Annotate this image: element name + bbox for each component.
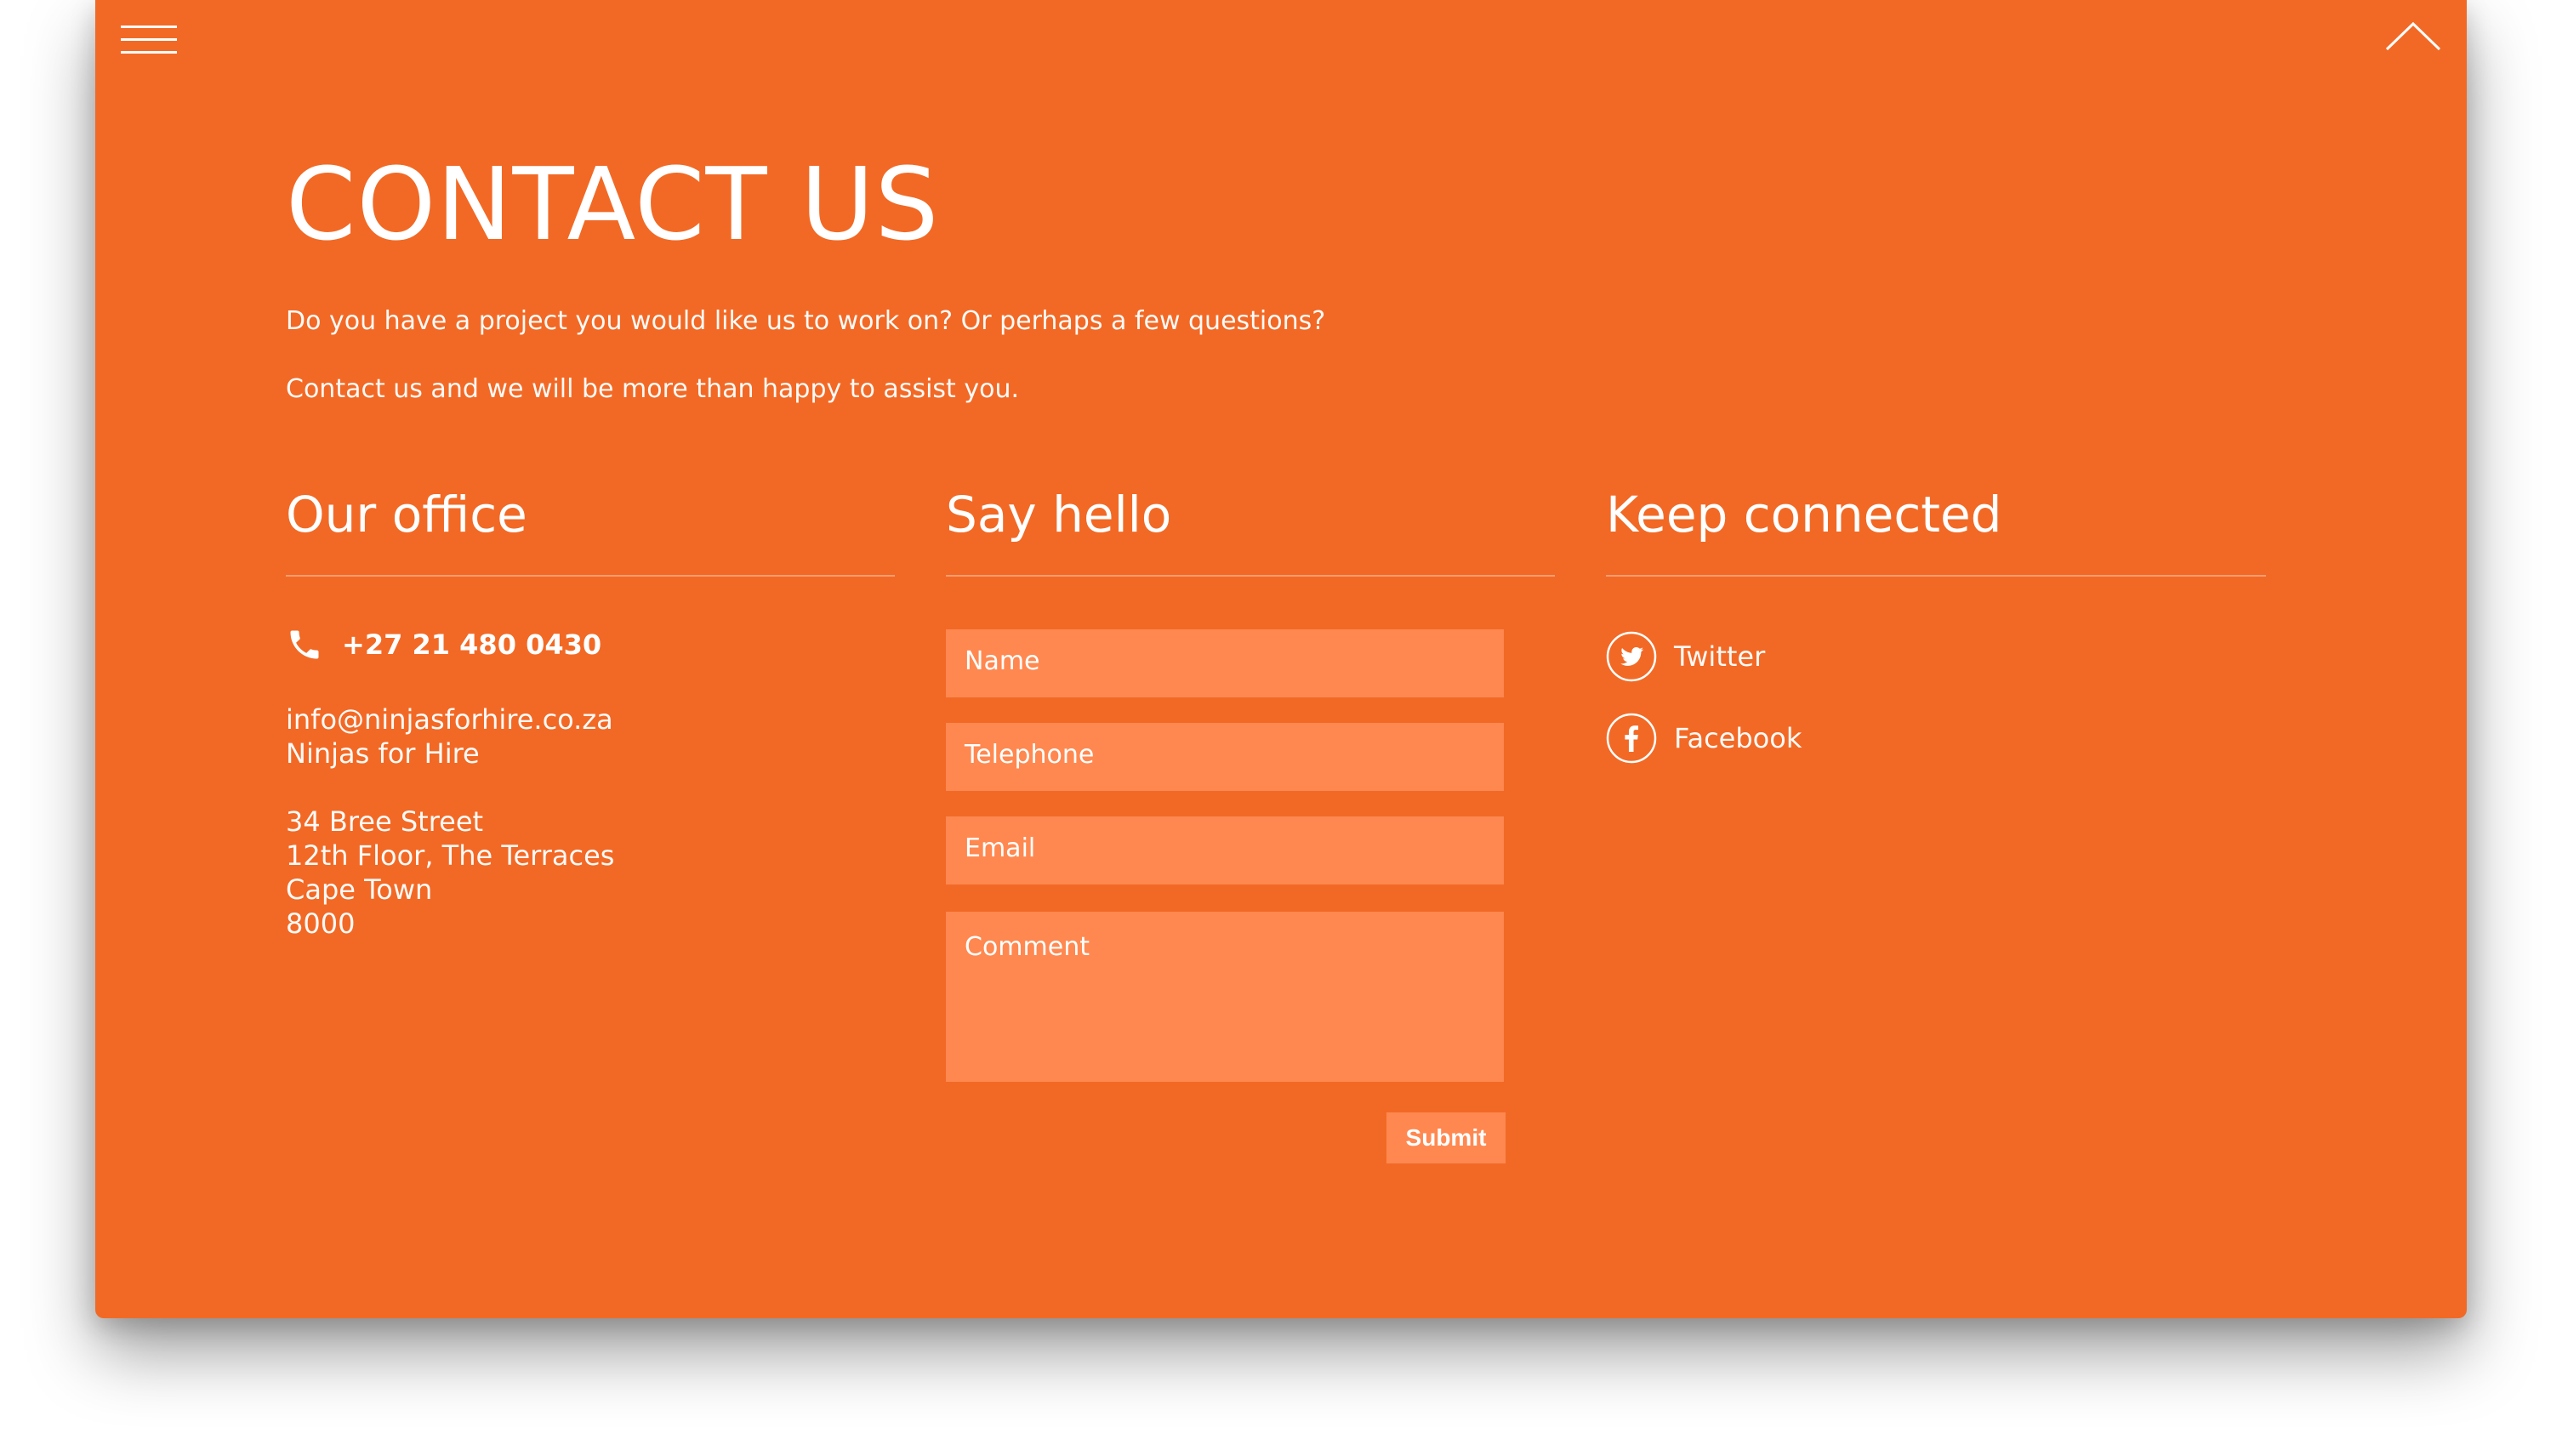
facebook-icon: [1606, 713, 1657, 764]
office-email[interactable]: info@ninjasforhire.co.za: [286, 702, 613, 737]
name-field[interactable]: Name: [946, 629, 1504, 697]
office-heading: Our office: [286, 486, 527, 543]
contact-form-column: Say hello Name Telephone Email Comment S…: [946, 476, 1555, 1163]
social-heading: Keep connected: [1606, 486, 2002, 543]
twitter-icon: [1606, 631, 1657, 682]
email-field[interactable]: Email: [946, 816, 1504, 884]
twitter-label: Twitter: [1674, 640, 1766, 673]
phone-number: +27 21 480 0430: [342, 628, 602, 661]
telephone-field[interactable]: Telephone: [946, 723, 1504, 791]
facebook-link[interactable]: Facebook: [1606, 713, 1802, 764]
divider: [1606, 575, 2266, 577]
phone-row[interactable]: +27 21 480 0430: [286, 626, 601, 663]
office-address-floor: 12th Floor, The Terraces: [286, 839, 615, 872]
contact-section: CONTACT US Do you have a project you wou…: [95, 0, 2467, 1318]
office-company: Ninjas for Hire: [286, 737, 480, 770]
facebook-label: Facebook: [1674, 722, 1802, 754]
form-heading: Say hello: [946, 486, 1172, 543]
office-column: Our office +27 21 480 0430 info@ninjasfo…: [286, 476, 895, 940]
chevron-up-icon[interactable]: [2385, 19, 2441, 53]
office-city: Cape Town: [286, 873, 433, 906]
divider: [286, 575, 895, 577]
social-column: Keep connected Twitter Facebook: [1606, 476, 2266, 764]
twitter-link[interactable]: Twitter: [1606, 631, 1765, 682]
submit-button[interactable]: Submit: [1386, 1112, 1506, 1163]
office-address-street: 34 Bree Street: [286, 805, 484, 838]
intro-text: Do you have a project you would like us …: [286, 306, 1326, 336]
phone-icon: [290, 630, 319, 659]
divider: [946, 575, 1555, 577]
office-postal-code: 8000: [286, 907, 356, 940]
hamburger-menu-icon[interactable]: [121, 24, 177, 56]
comment-field[interactable]: Comment: [946, 912, 1504, 1082]
intro-text-secondary: Contact us and we will be more than happ…: [286, 374, 1020, 404]
page-title: CONTACT US: [286, 145, 940, 263]
